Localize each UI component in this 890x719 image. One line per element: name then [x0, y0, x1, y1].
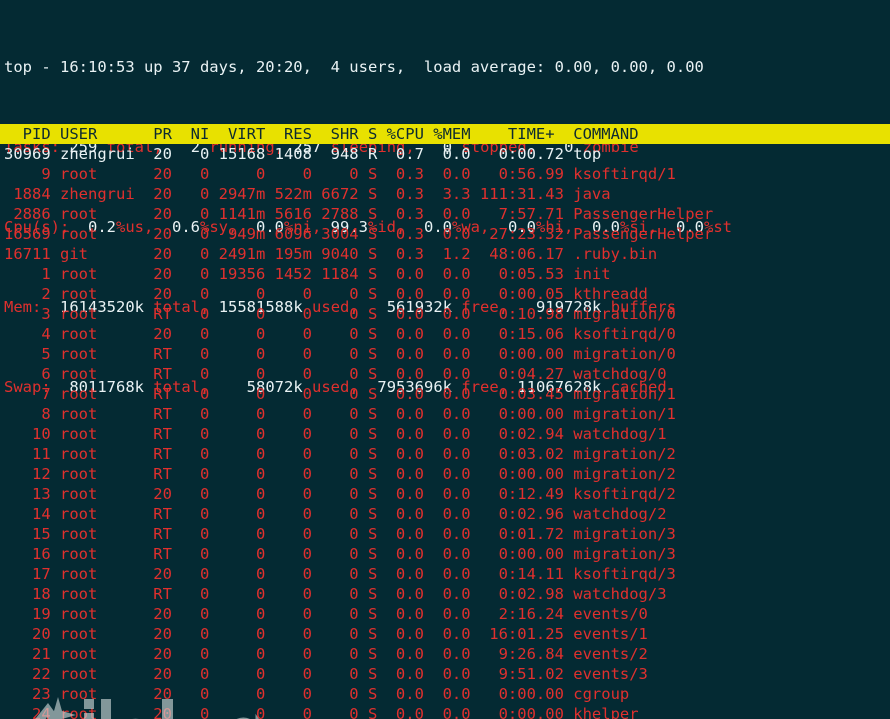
- process-row[interactable]: 4 root 20 0 0 0 0 S 0.0 0.0 0:15.06 ksof…: [4, 324, 890, 344]
- process-row[interactable]: 19 root 20 0 0 0 0 S 0.0 0.0 2:16.24 eve…: [4, 604, 890, 624]
- process-row[interactable]: 9 root 20 0 0 0 0 S 0.3 0.0 0:56.99 ksof…: [4, 164, 890, 184]
- process-table-body[interactable]: 30969 zhengrui 20 0 15168 1408 948 R 0.7…: [4, 144, 890, 719]
- process-row[interactable]: 13 root 20 0 0 0 0 S 0.0 0.0 0:12.49 kso…: [4, 484, 890, 504]
- process-row[interactable]: 23 root 20 0 0 0 0 S 0.0 0.0 0:00.00 cgr…: [4, 684, 890, 704]
- process-row[interactable]: 17 root 20 0 0 0 0 S 0.0 0.0 0:14.11 kso…: [4, 564, 890, 584]
- process-row[interactable]: 24 root 20 0 0 0 0 S 0.0 0.0 0:00.00 khe…: [4, 704, 890, 719]
- process-row[interactable]: 14 root RT 0 0 0 0 S 0.0 0.0 0:02.96 wat…: [4, 504, 890, 524]
- process-row[interactable]: 21 root 20 0 0 0 0 S 0.0 0.0 9:26.84 eve…: [4, 644, 890, 664]
- process-row[interactable]: 20 root 20 0 0 0 0 S 0.0 0.0 16:01.25 ev…: [4, 624, 890, 644]
- process-row[interactable]: 2 root 20 0 0 0 0 S 0.0 0.0 0:00.05 kthr…: [4, 284, 890, 304]
- process-table-header[interactable]: PID USER PR NI VIRT RES SHR S %CPU %MEM …: [0, 124, 890, 144]
- process-row[interactable]: 2886 root 20 0 1141m 5616 2788 S 0.3 0.0…: [4, 204, 890, 224]
- process-row[interactable]: 3 root RT 0 0 0 0 S 0.0 0.0 0:10.98 migr…: [4, 304, 890, 324]
- terminal-window[interactable]: top - 16:10:53 up 37 days, 20:20, 4 user…: [0, 0, 890, 719]
- process-row[interactable]: 30969 zhengrui 20 0 15168 1408 948 R 0.7…: [4, 144, 890, 164]
- process-row[interactable]: 16569 root 20 0 949m 6096 3004 S 0.3 0.0…: [4, 224, 890, 244]
- process-table-header-text: PID USER PR NI VIRT RES SHR S %CPU %MEM …: [4, 125, 639, 143]
- uptime-line: top - 16:10:53 up 37 days, 20:20, 4 user…: [4, 58, 704, 76]
- process-row[interactable]: 11 root RT 0 0 0 0 S 0.0 0.0 0:03.02 mig…: [4, 444, 890, 464]
- process-row[interactable]: 18 root RT 0 0 0 0 S 0.0 0.0 0:02.98 wat…: [4, 584, 890, 604]
- process-row[interactable]: 5 root RT 0 0 0 0 S 0.0 0.0 0:00.00 migr…: [4, 344, 890, 364]
- process-row[interactable]: 8 root RT 0 0 0 0 S 0.0 0.0 0:00.00 migr…: [4, 404, 890, 424]
- process-row[interactable]: 1 root 20 0 19356 1452 1184 S 0.0 0.0 0:…: [4, 264, 890, 284]
- process-row[interactable]: 12 root RT 0 0 0 0 S 0.0 0.0 0:00.00 mig…: [4, 464, 890, 484]
- process-row[interactable]: 22 root 20 0 0 0 0 S 0.0 0.0 9:51.02 eve…: [4, 664, 890, 684]
- process-row[interactable]: 10 root RT 0 0 0 0 S 0.0 0.0 0:02.94 wat…: [4, 424, 890, 444]
- process-row[interactable]: 7 root RT 0 0 0 0 S 0.0 0.0 0:03.45 migr…: [4, 384, 890, 404]
- process-row[interactable]: 16 root RT 0 0 0 0 S 0.0 0.0 0:00.00 mig…: [4, 544, 890, 564]
- process-row[interactable]: 16711 git 20 0 2491m 195m 9040 S 0.3 1.2…: [4, 244, 890, 264]
- process-row[interactable]: 6 root RT 0 0 0 0 S 0.0 0.0 0:04.27 watc…: [4, 364, 890, 384]
- process-row[interactable]: 15 root RT 0 0 0 0 S 0.0 0.0 0:01.72 mig…: [4, 524, 890, 544]
- process-row[interactable]: 1884 zhengrui 20 0 2947m 522m 6672 S 0.3…: [4, 184, 890, 204]
